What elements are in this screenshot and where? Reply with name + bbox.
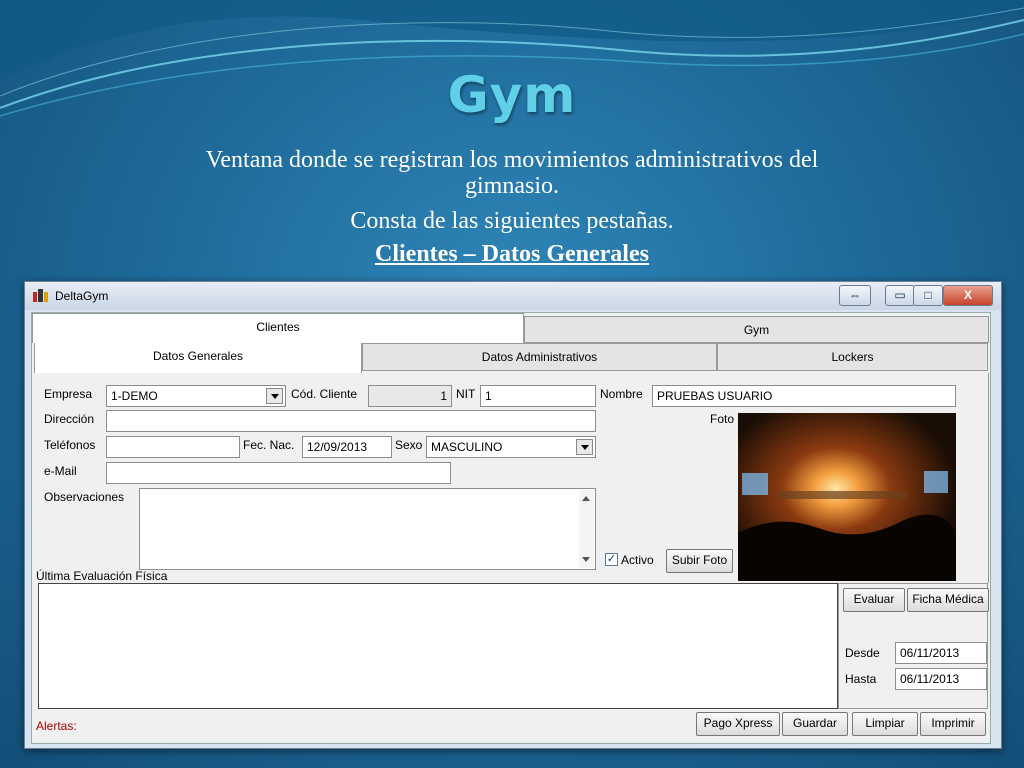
nombre-field[interactable]: PRUEBAS USUARIO [652,385,956,407]
nit-label: NIT [456,387,476,401]
fec-nac-field[interactable]: 12/09/2013 [302,436,392,458]
imprimir-button[interactable]: Imprimir [920,712,986,736]
tab-gym[interactable]: Gym [524,316,989,343]
tab-clientes[interactable]: Clientes [32,313,524,343]
observaciones-scrollbar[interactable] [579,490,594,568]
nit-field[interactable]: 1 [480,385,596,407]
chevron-down-icon[interactable] [576,439,593,455]
sexo-value: MASCULINO [431,440,503,454]
slide-description: Ventana donde se registran los movimient… [0,147,1024,199]
slide-section-heading: Clientes – Datos Generales [375,241,649,267]
minimize-icon: ▭ [894,288,906,302]
observaciones-textarea[interactable] [139,488,596,570]
pago-xpress-button[interactable]: Pago Xpress [696,712,780,736]
subir-foto-button[interactable]: Subir Foto [666,549,733,573]
direccion-label: Dirección [44,412,95,426]
maximize-button[interactable]: □ [913,285,943,306]
maximize-icon: □ [924,288,932,302]
scroll-up-icon[interactable] [582,496,590,501]
email-label: e-Mail [44,464,77,478]
resize-button[interactable]: ⇔ [839,285,871,306]
evaluacion-side-panel: Evaluar Ficha Médica Desde 06/11/2013 Ha… [838,583,989,709]
deltagym-window: DeltaGym ⇔ ▭ □ X Clientes Gym Datos Gene… [24,281,1002,749]
cod-cliente-label: Cód. Cliente [291,387,358,401]
telefonos-label: Teléfonos [44,438,96,452]
scroll-down-icon[interactable] [582,557,590,562]
desde-label: Desde [845,646,880,660]
evaluacion-grid[interactable] [38,583,838,709]
direccion-field[interactable] [106,410,596,432]
telefonos-field[interactable] [106,436,240,458]
datos-generales-panel: Empresa 1-DEMO Cód. Cliente 1 NIT 1 Nomb… [34,373,989,583]
window-client-area: Clientes Gym Datos Generales Datos Admin… [31,312,991,744]
guardar-button[interactable]: Guardar [782,712,848,736]
slide-title: Gym [447,66,577,124]
slide-subtitle: Consta de las siguientes pestañas. [350,208,674,234]
app-icon [33,289,48,302]
observaciones-label: Observaciones [44,490,125,504]
ultima-evaluacion-label: Última Evaluación Física [36,569,168,583]
sexo-select[interactable]: MASCULINO [426,436,596,458]
email-field[interactable] [106,462,451,484]
window-title: DeltaGym [55,289,109,303]
minimize-button[interactable]: ▭ [885,285,915,306]
slide-description-line-2: gimnasio. [465,173,559,199]
desde-field[interactable]: 06/11/2013 [895,642,987,664]
limpiar-button[interactable]: Limpiar [852,712,918,736]
tab-datos-generales[interactable]: Datos Generales [34,343,362,373]
slide-description-line-1: Ventana donde se registran los movimient… [205,147,819,173]
alertas-label: Alertas: [36,719,77,733]
resize-icon: ⇔ [849,288,861,302]
close-button[interactable]: X [943,285,993,306]
tab-datos-administrativos[interactable]: Datos Administrativos [362,343,717,371]
chevron-down-icon[interactable] [266,388,283,404]
cod-cliente-field: 1 [368,385,452,407]
foto-label: Foto [710,412,735,426]
hasta-label: Hasta [845,672,877,686]
tab-lockers[interactable]: Lockers [717,343,988,371]
ficha-medica-button[interactable]: Ficha Médica [907,588,989,612]
client-photo [738,413,956,581]
activo-checkbox[interactable]: ✓ [605,553,618,566]
empresa-label: Empresa [44,387,93,401]
fec-nac-label: Fec. Nac. [243,438,295,452]
window-titlebar[interactable]: DeltaGym ⇔ ▭ □ X [25,282,1001,310]
nombre-label: Nombre [600,387,643,401]
empresa-value: 1-DEMO [111,389,158,403]
close-icon: X [963,288,972,302]
hasta-field[interactable]: 06/11/2013 [895,668,987,690]
empresa-select[interactable]: 1-DEMO [106,385,286,407]
evaluar-button[interactable]: Evaluar [843,588,905,612]
activo-label: Activo [621,553,654,567]
sexo-label: Sexo [395,438,423,452]
